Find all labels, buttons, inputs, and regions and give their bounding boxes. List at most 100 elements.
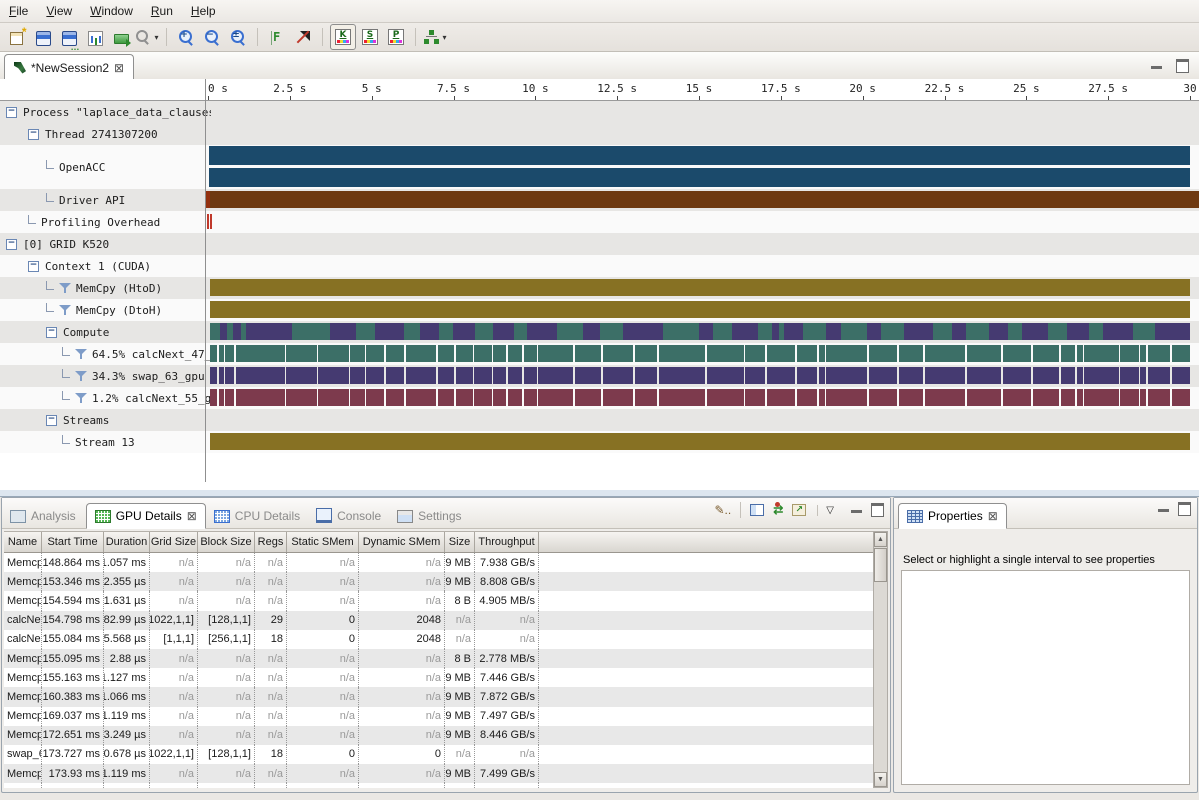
- filter-funnel-icon[interactable]: [59, 282, 71, 294]
- interval-bar[interactable]: [1003, 345, 1032, 362]
- interval-bar[interactable]: [745, 345, 765, 362]
- interval-bar[interactable]: [732, 323, 758, 340]
- process-color-button[interactable]: P: [384, 25, 408, 49]
- interval-bar[interactable]: [493, 389, 506, 406]
- tree-timeline-divider[interactable]: [205, 79, 206, 482]
- interval-bar[interactable]: [745, 367, 765, 384]
- table-row[interactable]: Memcp155.095 ms2.88 µsn/an/an/an/an/a8 B…: [4, 649, 873, 668]
- interval-bar[interactable]: [474, 367, 491, 384]
- stream-color-button[interactable]: S: [358, 25, 382, 49]
- table-row[interactable]: Memcp179.163 ms1.073 msn/an/an/an/an/a9 …: [4, 783, 873, 788]
- scroll-down-button[interactable]: ▼: [874, 772, 887, 787]
- interval-bar[interactable]: [356, 323, 375, 340]
- interval-bar[interactable]: [1008, 323, 1022, 340]
- interval-bar[interactable]: [819, 389, 825, 406]
- interval-bar[interactable]: [210, 345, 217, 362]
- table-row[interactable]: calcNe154.798 ms282.99 µs[1022,1,1][128,…: [4, 611, 873, 630]
- segment-button[interactable]: [109, 25, 133, 49]
- interval-bar[interactable]: [210, 389, 217, 406]
- interval-bar[interactable]: [538, 389, 573, 406]
- interval-bar[interactable]: [1172, 345, 1190, 362]
- collapse-toggle-icon[interactable]: −: [28, 261, 39, 272]
- interval-bar[interactable]: [967, 367, 1002, 384]
- interval-bar[interactable]: [438, 367, 454, 384]
- interval-bar[interactable]: [318, 345, 349, 362]
- interval-bar[interactable]: [575, 345, 601, 362]
- interval-bar[interactable]: [236, 367, 285, 384]
- interval-bar[interactable]: [707, 367, 744, 384]
- interval-bar[interactable]: [826, 345, 867, 362]
- interval-bar[interactable]: [1155, 323, 1190, 340]
- timeline-row[interactable]: −Process "laplace_data_clauses 10...: [0, 101, 1199, 123]
- interval-bar[interactable]: [318, 389, 349, 406]
- interval-bar[interactable]: [989, 323, 1008, 340]
- pencil-icon[interactable]: ✎..: [715, 503, 732, 517]
- interval-bar[interactable]: [899, 389, 923, 406]
- interval-bar[interactable]: [225, 389, 234, 406]
- timeline-row[interactable]: Driver API: [0, 189, 1199, 211]
- interval-bar[interactable]: [1022, 323, 1048, 340]
- interval-bar[interactable]: [1120, 389, 1138, 406]
- compute-segments[interactable]: [210, 323, 1190, 340]
- interval-bar[interactable]: [233, 323, 242, 340]
- interval-bar[interactable]: [635, 345, 657, 362]
- interval-bar[interactable]: [236, 389, 285, 406]
- kernel-color-button[interactable]: K: [330, 24, 356, 50]
- interval-bar[interactable]: [508, 345, 522, 362]
- interval-bar[interactable]: [524, 345, 537, 362]
- timeline-row[interactable]: −Context 1 (CUDA): [0, 255, 1199, 277]
- table-row[interactable]: Memcp148.864 ms1.057 msn/an/an/an/an/a9 …: [4, 553, 873, 572]
- interval-bar[interactable]: [210, 367, 217, 384]
- interval-bar[interactable]: [767, 367, 796, 384]
- interval-bar[interactable]: [699, 323, 713, 340]
- timeline-row[interactable]: −Thread 2741307200: [0, 123, 1199, 145]
- interval-bar[interactable]: [1140, 367, 1146, 384]
- close-icon[interactable]: ⊠: [187, 511, 197, 521]
- column-header[interactable]: Static SMem: [287, 532, 359, 552]
- interval-bar[interactable]: [803, 323, 826, 340]
- interval-bar[interactable]: [219, 367, 224, 384]
- interval-bar[interactable]: [600, 323, 623, 340]
- details-maximize-button[interactable]: [871, 503, 884, 517]
- interval-bar[interactable]: [603, 389, 634, 406]
- close-icon[interactable]: ⊠: [988, 511, 998, 521]
- timeline-row[interactable]: −Streams: [0, 409, 1199, 431]
- timeline-ruler[interactable]: 0 s2.5 s5 s7.5 s10 s12.5 s15 s17.5 s20 s…: [0, 79, 1199, 101]
- timeline-row[interactable]: Stream 13: [0, 431, 1199, 453]
- interval-bar[interactable]: [508, 389, 522, 406]
- interval-bar[interactable]: [1067, 323, 1090, 340]
- swap-arrows-icon[interactable]: ⇄: [773, 503, 783, 517]
- interval-bar[interactable]: [1033, 389, 1059, 406]
- table-row[interactable]: calcNe155.084 ms5.568 µs[1,1,1][256,1,1]…: [4, 630, 873, 649]
- table-row[interactable]: Memcp155.163 ms1.127 msn/an/an/an/an/a9 …: [4, 668, 873, 687]
- table-row[interactable]: Memcp153.346 ms62.355 µsn/an/an/an/an/a9…: [4, 572, 873, 591]
- interval-bar[interactable]: [575, 367, 601, 384]
- kernel-segments[interactable]: [210, 389, 1190, 406]
- timeline-row[interactable]: MemCpy (DtoH): [0, 299, 1199, 321]
- interval-bar[interactable]: [635, 389, 657, 406]
- interval-bar[interactable]: [925, 367, 966, 384]
- tab-cpu-details[interactable]: CPU Details: [206, 504, 308, 528]
- column-header[interactable]: Name: [4, 532, 42, 552]
- zoom-fit-button[interactable]: ±: [226, 25, 250, 49]
- table-row[interactable]: Memcp160.383 ms1.066 msn/an/an/an/an/a9 …: [4, 687, 873, 706]
- timeline-row[interactable]: −[0] GRID K520: [0, 233, 1199, 255]
- collapse-toggle-icon[interactable]: −: [6, 239, 17, 250]
- interval-bar[interactable]: [286, 389, 317, 406]
- menu-file[interactable]: File: [0, 2, 37, 20]
- interval-bar[interactable]: [493, 367, 506, 384]
- interval-bar[interactable]: [286, 367, 317, 384]
- interval-bar[interactable]: [784, 323, 803, 340]
- menu-help[interactable]: Help: [182, 2, 225, 20]
- interval-bar[interactable]: [967, 345, 1002, 362]
- interval-bar[interactable]: [623, 323, 663, 340]
- interval-bar[interactable]: [439, 323, 453, 340]
- column-header[interactable]: Block Size: [198, 532, 255, 552]
- search-button[interactable]: ▾: [135, 25, 159, 49]
- interval-bar[interactable]: [1033, 345, 1059, 362]
- interval-bar[interactable]: [438, 389, 454, 406]
- interval-bar[interactable]: [925, 389, 966, 406]
- scroll-thumb[interactable]: [874, 548, 887, 582]
- interval-bar[interactable]: [493, 345, 506, 362]
- interval-bar[interactable]: [474, 345, 491, 362]
